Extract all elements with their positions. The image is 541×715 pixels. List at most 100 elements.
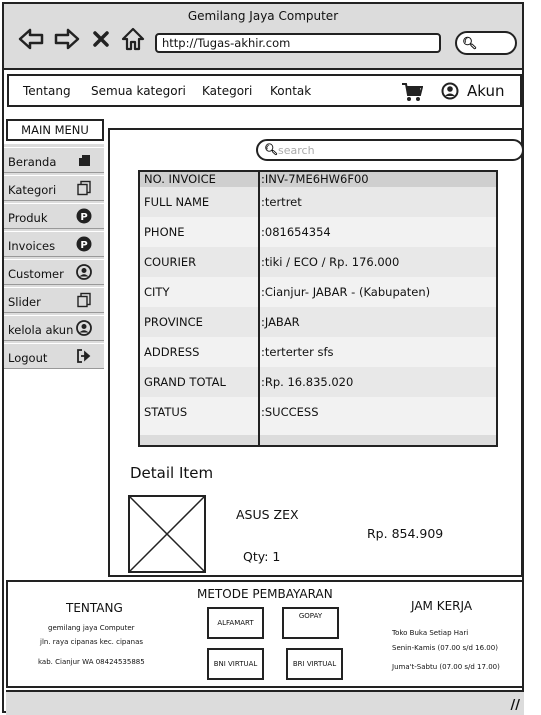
- nav-kategori[interactable]: Kategori: [202, 84, 252, 98]
- account-link[interactable]: Akun: [467, 82, 505, 100]
- table-row: ADDRESS :terterter sfs: [140, 337, 496, 367]
- logout-icon: [77, 349, 91, 363]
- invoice-value: :081654354: [261, 225, 331, 239]
- item-price: Rp. 854.909: [367, 526, 444, 541]
- sidebar-item-label: Slider: [8, 295, 41, 309]
- svg-text:P: P: [80, 240, 87, 251]
- invoice-key: STATUS: [144, 405, 188, 419]
- invoice-value: :INV-7ME6HW6F00: [261, 172, 369, 186]
- payment-bni-virtual: BNI VIRTUAL: [207, 648, 264, 680]
- item-quantity: Qty: 1: [243, 549, 281, 564]
- table-row: CITY :Cianjur- JABAR - (Kabupaten): [140, 277, 496, 307]
- table-footer: [140, 435, 496, 445]
- invoice-value: :tertret: [261, 195, 302, 209]
- forward-arrow-icon[interactable]: [54, 27, 80, 51]
- sidebar-item-label: Produk: [8, 211, 48, 225]
- table-row: PHONE :081654354: [140, 217, 496, 247]
- invoice-key: ADDRESS: [144, 345, 200, 359]
- invoice-key: FULL NAME: [144, 195, 210, 209]
- payment-bri-virtual: BRI VIRTUAL: [286, 648, 343, 680]
- table-row: FULL NAME :tertret: [140, 187, 496, 217]
- sidebar-item-produk[interactable]: Produk P: [4, 203, 104, 229]
- invoice-value: :terterter sfs: [261, 345, 334, 359]
- footer-hours-title: JAM KERJA: [411, 599, 473, 613]
- stop-icon[interactable]: [92, 27, 110, 51]
- footer-hours-line: Senin-Kamis (07.00 s/d 16.00): [392, 644, 498, 652]
- resize-grip-icon[interactable]: //: [511, 698, 521, 713]
- detail-item-heading: Detail Item: [130, 464, 214, 482]
- footer-tentang-title: TENTANG: [66, 601, 123, 615]
- invoice-value: :Rp. 16.835.020: [261, 375, 354, 389]
- sidebar-item-kategori[interactable]: Kategori: [4, 175, 104, 201]
- sidebar-item-kelola-akun[interactable]: kelola akun: [4, 315, 104, 341]
- invoice-key: PHONE: [144, 225, 185, 239]
- sidebar-item-invoices[interactable]: Invoices P: [4, 231, 104, 257]
- address-bar[interactable]: http://Tugas-akhir.com: [155, 33, 441, 53]
- search-input[interactable]: 🔍︎ search: [256, 139, 524, 161]
- account-icon[interactable]: [441, 82, 459, 100]
- footer-tentang-line: jln. raya cipanas kec. cipanas: [40, 638, 144, 646]
- copy-icon: [77, 292, 91, 308]
- invoice-value: :tiki / ECO / Rp. 176.000: [261, 255, 400, 269]
- footer-tentang-line: gemilang jaya Computer: [48, 624, 135, 632]
- invoice-key: COURIER: [144, 255, 197, 269]
- sidebar-item-label: Invoices: [8, 239, 56, 253]
- table-row: NO. INVOICE :INV-7ME6HW6F00: [140, 172, 496, 187]
- invoice-key: GRAND TOTAL: [144, 375, 226, 389]
- table-row: PROVINCE :JABAR: [140, 307, 496, 337]
- footer-hours-line: Toko Buka Setiap Hari: [392, 629, 469, 637]
- browser-titlebar: Gemilang Jaya Computer http://Tugas-akhi…: [4, 4, 522, 70]
- invoice-value: :SUCCESS: [261, 405, 319, 419]
- sidebar-item-label: Kategori: [8, 183, 57, 197]
- item-name: ASUS ZEX: [236, 507, 299, 522]
- svg-text:P: P: [80, 212, 87, 223]
- product-image-placeholder: [128, 495, 206, 573]
- main-content: 🔍︎ search NO. INVOICE :INV-7ME6HW6F00 FU…: [108, 128, 524, 577]
- table-row: COURIER :tiki / ECO / Rp. 176.000: [140, 247, 496, 277]
- browser-search-box[interactable]: 🔍︎: [455, 31, 517, 55]
- sidebar-item-label: Customer: [8, 267, 64, 281]
- table-row: GRAND TOTAL :Rp. 16.835.020: [140, 367, 496, 397]
- sidebar-item-logout[interactable]: Logout: [4, 343, 104, 369]
- search-placeholder: search: [278, 144, 315, 157]
- sidebar-item-label: Beranda: [8, 155, 57, 169]
- footer-hours-line: Juma't-Sabtu (07.00 s/d 17.00): [392, 663, 500, 671]
- home-icon[interactable]: [120, 27, 146, 51]
- user-icon: [76, 320, 92, 336]
- sidebar: Beranda Kategori Produk P Invoices P Cus…: [4, 144, 104, 369]
- nav-tentang[interactable]: Tentang: [23, 84, 71, 98]
- search-icon: 🔍︎: [462, 36, 478, 50]
- copy-icon: [77, 180, 91, 196]
- back-arrow-icon[interactable]: [18, 27, 44, 51]
- column-divider: [258, 172, 260, 445]
- cart-icon[interactable]: [401, 82, 423, 102]
- footer-tentang-line: kab. Cianjur WA 08424535885: [38, 658, 145, 666]
- window-title: Gemilang Jaya Computer: [187, 9, 339, 23]
- invoice-key: PROVINCE: [144, 315, 203, 329]
- p-circle-icon: P: [76, 236, 92, 252]
- square-icon: [78, 154, 90, 166]
- sidebar-item-label: kelola akun: [8, 323, 74, 337]
- top-navbar: Tentang Semua kategori Kategori Kontak A…: [7, 74, 522, 107]
- sidebar-item-beranda[interactable]: Beranda: [4, 147, 104, 173]
- invoice-detail-table: NO. INVOICE :INV-7ME6HW6F00 FULL NAME :t…: [138, 170, 498, 447]
- invoice-value: :Cianjur- JABAR - (Kabupaten): [261, 285, 431, 299]
- main-menu-header: MAIN MENU: [6, 119, 104, 141]
- sidebar-item-customer[interactable]: Customer: [4, 259, 104, 285]
- sidebar-item-slider[interactable]: Slider: [4, 287, 104, 313]
- browser-statusbar: //: [6, 690, 524, 715]
- invoice-key: CITY: [144, 285, 170, 299]
- site-footer: TENTANG gemilang jaya Computer jln. raya…: [6, 580, 524, 688]
- invoice-value: :JABAR: [261, 315, 300, 329]
- payment-alfamart: ALFAMART: [207, 607, 264, 639]
- browser-window: Gemilang Jaya Computer http://Tugas-akhi…: [2, 2, 524, 715]
- p-circle-icon: P: [76, 208, 92, 224]
- user-icon: [76, 264, 92, 280]
- table-row: STATUS :SUCCESS: [140, 397, 496, 427]
- footer-payment-title: METODE PEMBAYARAN: [197, 587, 333, 601]
- sidebar-item-label: Logout: [8, 351, 48, 365]
- payment-gopay: GOPAY: [282, 607, 339, 639]
- nav-semua-kategori[interactable]: Semua kategori: [91, 84, 186, 98]
- nav-kontak[interactable]: Kontak: [270, 84, 311, 98]
- search-icon: 🔍︎: [264, 143, 278, 156]
